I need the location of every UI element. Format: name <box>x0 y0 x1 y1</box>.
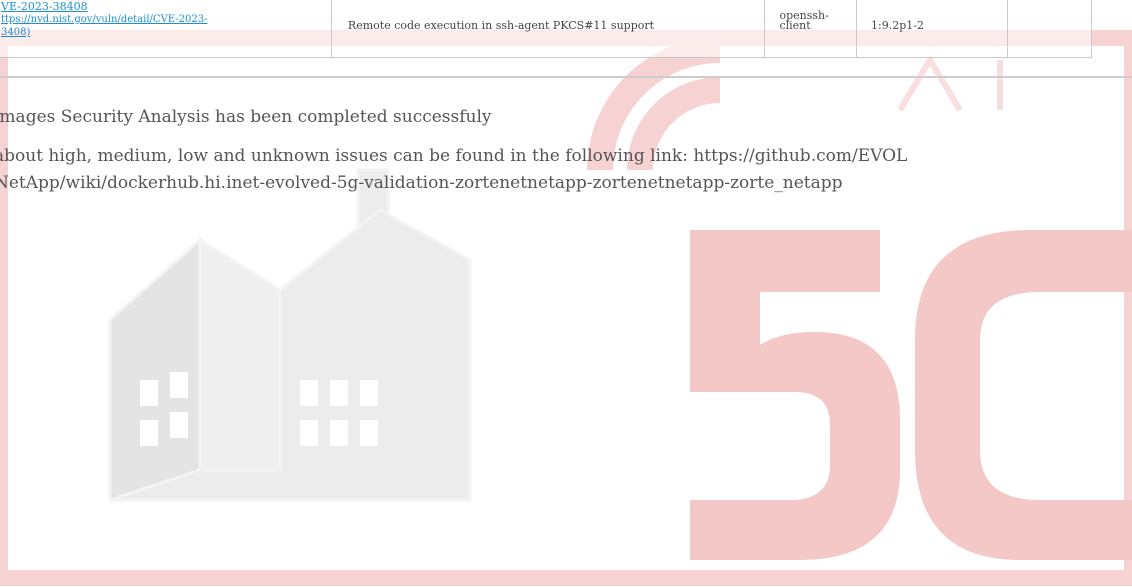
section-divider <box>0 76 1132 78</box>
page-content: VE-2023-38408 ttps://nvd.nist.gov/vuln/d… <box>0 0 1132 587</box>
version-cell: 1:9.2p1-2 <box>855 0 1009 58</box>
cve-cell: VE-2023-38408 ttps://nvd.nist.gov/vuln/d… <box>0 0 332 58</box>
cve-url-line2[interactable]: 3408) <box>1 27 30 38</box>
description-cell: Remote code execution in ssh-agent PKCS#… <box>330 0 766 58</box>
analysis-complete-message: images Security Analysis has been comple… <box>0 107 492 127</box>
issues-link-message: about high, medium, low and unknown issu… <box>0 146 908 166</box>
vulnerability-table: VE-2023-38408 ttps://nvd.nist.gov/vuln/d… <box>0 0 1092 58</box>
table-row: VE-2023-38408 ttps://nvd.nist.gov/vuln/d… <box>0 0 1092 58</box>
cve-id[interactable]: VE-2023-38408 <box>1 0 88 13</box>
vulnerability-description: Remote code execution in ssh-agent PKCS#… <box>347 19 655 32</box>
package-name-line2: client <box>779 19 811 32</box>
package-cell: openssh- client <box>764 0 857 58</box>
cve-link[interactable]: VE-2023-38408 ttps://nvd.nist.gov/vuln/d… <box>1 1 261 39</box>
package-version: 1:9.2p1-2 <box>871 19 924 32</box>
package-name: openssh- client <box>779 10 839 32</box>
cve-url-line1[interactable]: ttps://nvd.nist.gov/vuln/detail/CVE-2023… <box>1 14 207 25</box>
fixed-version-cell <box>1007 0 1092 58</box>
issues-link-url: NetApp/wiki/dockerhub.hi.inet-evolved-5g… <box>0 173 843 193</box>
